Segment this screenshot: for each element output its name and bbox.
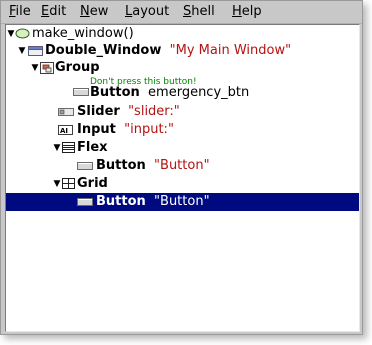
button-icon [73,88,89,96]
tree-item-type: Group [55,60,100,75]
tree-item-type: Button [96,194,146,209]
menu-shell[interactable]: Shell [183,4,215,20]
tree-item-type: Button [90,85,140,100]
tree-item-grid-button[interactable]: Button "Button" [6,193,359,211]
tree-item-type: Button [96,158,146,173]
slider-icon [58,108,74,116]
tree-item-flex-button[interactable]: Button "Button" [6,157,359,175]
button-icon [77,198,93,206]
tree-item-name: emergency_btn [148,85,250,100]
tree-item-input[interactable]: AI Input "input:" [6,121,359,139]
expand-triangle-icon[interactable]: ▼ [31,64,39,73]
window-icon [28,46,43,56]
button-icon [77,162,93,170]
widget-tree[interactable]: ▼ make_window() ▼ Double_Window "My Main… [5,24,360,332]
function-icon [15,28,30,39]
expand-triangle-icon[interactable]: ▼ [53,144,61,153]
menu-layout[interactable]: Layout [125,4,169,20]
tree-item-label: "Button" [154,194,210,209]
tree-item-double-window[interactable]: ▼ Double_Window "My Main Window" [6,42,359,60]
tree-item-type: make_window() [32,26,134,41]
tree-item-make-window[interactable]: ▼ make_window() [6,25,359,43]
expand-triangle-icon[interactable]: ▼ [53,180,61,189]
tree-item-emergency-button[interactable]: Don't press this button! Button emergenc… [6,77,359,102]
tree-item-type: Slider [77,104,120,119]
menu-new[interactable]: New [80,4,108,20]
tree-item-slider[interactable]: Slider "slider:" [6,103,359,121]
menu-file[interactable]: File [9,4,31,20]
tree-item-label: "slider:" [128,104,180,119]
tree-item-type: Flex [77,140,108,155]
menu-edit[interactable]: Edit [41,4,66,20]
tree-item-label: "My Main Window" [169,43,292,58]
expand-triangle-icon[interactable]: ▼ [18,47,26,56]
tree-item-type: Grid [77,176,108,191]
input-icon: AI [58,125,73,135]
flex-icon [62,142,75,153]
menu-help[interactable]: Help [232,4,262,20]
fluid-main-window: File Edit New Layout Shell Help ▼ make_w… [0,0,363,335]
tree-item-type: Double_Window [45,43,162,58]
menu-bar: File Edit New Layout Shell Help [1,1,362,24]
tree-item-label: "Button" [154,158,210,173]
tree-item-grid[interactable]: ▼ Grid [6,175,359,193]
tree-item-flex[interactable]: ▼ Flex [6,139,359,157]
tree-item-type: Input [77,122,116,137]
group-icon [40,62,54,74]
grid-icon [62,178,75,189]
tree-item-group[interactable]: ▼ Group [6,59,359,77]
svg-text:AI: AI [60,127,68,135]
expand-triangle-icon[interactable]: ▼ [7,30,15,39]
tree-item-label: "input:" [124,122,174,137]
